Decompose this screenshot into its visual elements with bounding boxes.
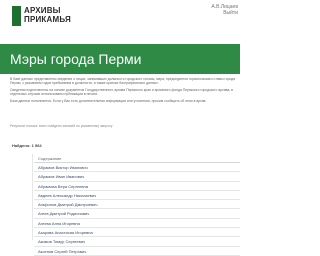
logo-line-1: АРХИВЫ xyxy=(24,6,61,15)
row-link[interactable]: Азарова Анастасия Игоревна xyxy=(38,230,93,235)
user-menu: А.В.Лицаев Выйти xyxy=(211,4,238,16)
table-row[interactable]: Аксенов Сергей Петрович xyxy=(34,247,240,256)
row-link[interactable]: Абрамов Иван Иванович xyxy=(38,174,84,179)
row-link[interactable]: Акимов Тимур Сергеевич xyxy=(38,239,85,244)
row-link[interactable]: Агафонов Дмитрий Дмитриевич xyxy=(38,202,97,207)
table-row[interactable]: Азарова Анастасия Игоревна xyxy=(34,228,240,238)
intro-text: В базе данных представлены сведения о ли… xyxy=(10,77,236,105)
row-link[interactable]: Абрамов Виктор Иванович xyxy=(38,165,88,170)
logo-icon[interactable] xyxy=(12,6,21,26)
intro-paragraph: Сведения подготовлены на основе документ… xyxy=(10,87,233,97)
site-logo[interactable]: АРХИВЫ ПРИКАМЬЯ xyxy=(24,6,71,24)
table-row[interactable]: Абрамова Вера Сергеевна xyxy=(34,182,240,191)
table-row[interactable]: Авдеев Александр Николаевич xyxy=(34,191,240,201)
filter-summary: Результат поиска: всего найдено записей … xyxy=(10,124,113,128)
table-row[interactable]: Абрамов Иван Иванович xyxy=(34,172,240,182)
row-link[interactable]: Агеева Анна Игоревна xyxy=(38,221,80,226)
table-row[interactable]: Акимов Тимур Сергеевич xyxy=(34,237,240,247)
result-count: Найдено: 1 564 xyxy=(12,143,42,148)
column-header-content[interactable]: Содержание xyxy=(38,156,61,161)
table-row[interactable]: Агеева Анна Игоревна xyxy=(34,219,240,229)
table-row[interactable]: Абрамов Виктор Иванович xyxy=(34,163,240,173)
table-header: Содержание xyxy=(34,154,240,163)
row-link[interactable]: Абрамова Вера Сергеевна xyxy=(38,184,88,189)
row-link[interactable]: Аксенов Сергей Петрович xyxy=(38,249,86,254)
top-bar: АРХИВЫ ПРИКАМЬЯ А.В.Лицаев Выйти xyxy=(0,0,240,44)
table-row[interactable]: Агафонов Дмитрий Дмитриевич xyxy=(34,200,240,210)
logout-link[interactable]: Выйти xyxy=(211,10,238,16)
table-row[interactable]: Агеев Дмитрий Родионович xyxy=(34,209,240,219)
row-link[interactable]: Агеев Дмитрий Родионович xyxy=(38,211,89,216)
page-title: Мэры города Перми xyxy=(10,51,142,67)
logo-line-2: ПРИКАМЬЯ xyxy=(24,15,71,24)
results-table: Абрамов Виктор Иванович Абрамов Иван Ива… xyxy=(34,163,240,256)
row-link[interactable]: Авдеев Александр Николаевич xyxy=(38,193,96,198)
intro-paragraph: База данных пополняется. Если у Вас есть… xyxy=(10,98,207,103)
row-index-column xyxy=(10,154,33,240)
intro-paragraph: В базе данных представлены сведения о ли… xyxy=(10,77,236,86)
